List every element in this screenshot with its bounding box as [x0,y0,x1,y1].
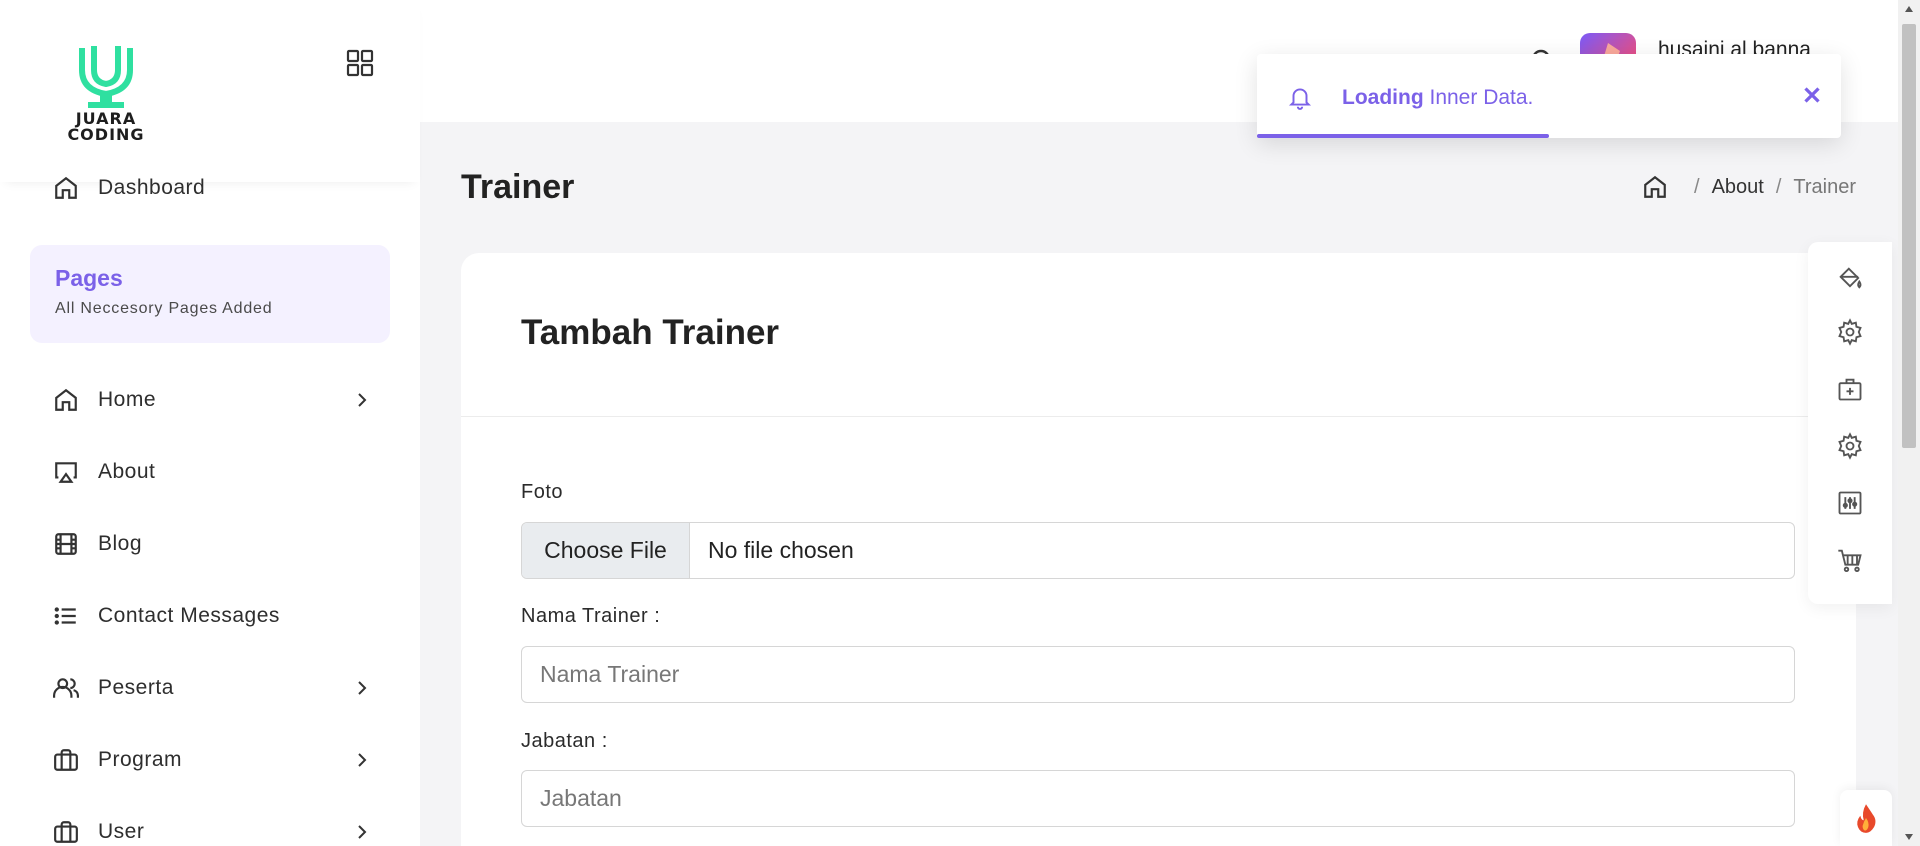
home-icon [52,386,80,414]
sidebar-item-label: Contact Messages [98,604,280,627]
sidebar-item-peserta[interactable]: Peserta [52,668,372,708]
cart-icon[interactable] [1836,546,1864,574]
list-icon [52,602,80,630]
chevron-right-icon [358,681,367,695]
toast-bold-text: Loading [1342,86,1424,109]
paint-bucket-icon[interactable] [1836,264,1864,292]
toast-progress-bar [1257,134,1549,138]
sidebar: JUARA CODING Dashboard Pages All Necceso… [0,0,420,846]
jabatan-label: Jabatan : [521,730,608,752]
sidebar-item-label: Home [98,388,157,411]
medical-bag-icon[interactable] [1836,375,1864,403]
grid-menu-icon[interactable] [346,49,374,77]
svg-text:CODING: CODING [67,125,144,142]
gear-icon[interactable] [1836,318,1864,346]
sidebar-item-user[interactable]: User [52,812,372,846]
sidebar-item-blog[interactable]: Blog [52,524,372,564]
scroll-up-arrow-icon[interactable] [1904,4,1914,14]
toast-text: Inner Data. [1423,86,1534,109]
pages-info-box: Pages All Neccesory Pages Added [30,245,390,343]
toast-message: Loading Inner Data. [1342,86,1533,110]
breadcrumb-separator: / [1775,175,1782,198]
home-icon[interactable] [1642,174,1668,200]
choose-file-button[interactable]: Choose File [522,523,690,578]
breadcrumb-about[interactable]: About [1712,176,1764,199]
sidebar-item-contact-messages[interactable]: Contact Messages [52,596,372,636]
form-card: Tambah Trainer Foto Choose File No file … [461,253,1856,846]
page-title: Trainer [461,168,575,206]
chevron-right-icon [358,753,367,767]
gear-icon[interactable] [1836,432,1864,460]
pages-title: Pages [55,265,123,291]
nama-trainer-input[interactable] [521,646,1795,703]
scroll-down-arrow-icon[interactable] [1904,832,1914,842]
sidebar-item-label: Dashboard [98,176,206,199]
film-icon [52,530,80,558]
sidebar-item-program[interactable]: Program [52,740,372,780]
file-status: No file chosen [708,537,854,563]
bell-icon [1288,88,1312,110]
sidebar-item-label: Program [98,748,183,771]
jabatan-input[interactable] [521,770,1795,827]
breadcrumb-trainer: Trainer [1793,175,1856,198]
home-icon [52,174,80,202]
briefcase-icon [52,818,80,846]
sidebar-item-label: Blog [98,532,143,555]
breadcrumb-separator: / [1694,175,1700,198]
users-icon [52,674,80,702]
sliders-icon[interactable] [1836,489,1864,517]
sidebar-item-about[interactable]: About [52,452,372,492]
fire-button[interactable] [1840,790,1892,846]
side-toolbar [1808,242,1892,604]
close-icon[interactable] [1799,82,1825,108]
chevron-right-icon [358,393,367,407]
chevron-right-icon [358,825,367,839]
fire-icon [1857,804,1876,833]
sidebar-item-dashboard[interactable]: Dashboard [52,168,372,208]
logo-area: JUARA CODING Dashboard [0,0,420,199]
foto-label: Foto [521,481,564,503]
nama-trainer-label: Nama Trainer : [521,605,661,627]
logo[interactable]: JUARA CODING [48,40,164,142]
breadcrumb: / About / Trainer [1642,174,1856,200]
loading-toast: Loading Inner Data. [1257,54,1841,138]
airplay-icon [52,458,80,486]
sidebar-item-label: Peserta [98,676,174,699]
sidebar-item-label: User [98,820,145,843]
form-title: Tambah Trainer [521,313,780,352]
sidebar-item-home[interactable]: Home [52,380,372,420]
sidebar-item-label: About [98,460,156,483]
pages-subtitle: All Neccesory Pages Added [55,300,273,317]
briefcase-icon [52,746,80,774]
scroll-thumb[interactable] [1902,24,1916,448]
foto-file-input[interactable]: Choose File No file chosen [521,522,1795,579]
scrollbar[interactable] [1898,0,1920,846]
divider [461,416,1856,417]
